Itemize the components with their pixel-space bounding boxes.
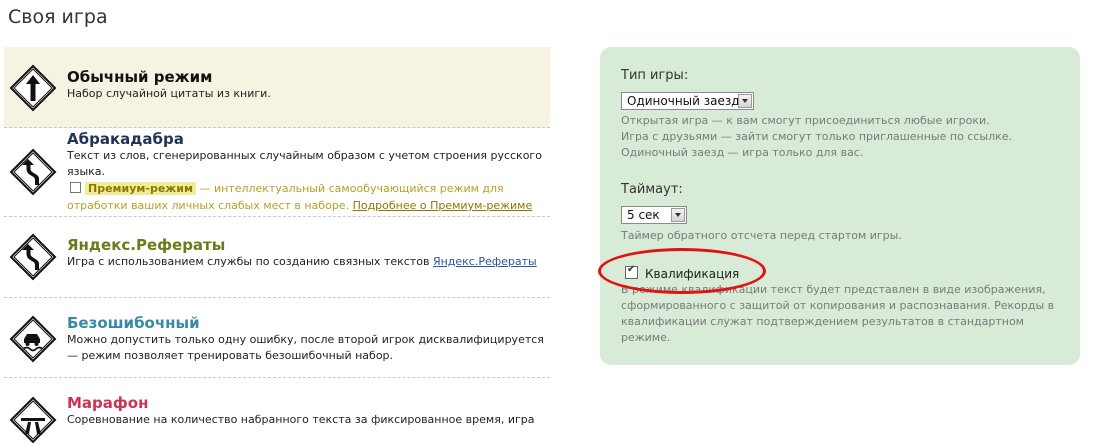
mode-title: Обычный режим xyxy=(67,68,213,86)
qualification-help: В режиме квалификации текст будет предст… xyxy=(621,283,1055,344)
mode-title: Марафон xyxy=(67,394,149,412)
mode-yandex-referats[interactable]: Яндекс.Рефераты Игра с использованием сл… xyxy=(4,217,550,298)
premium-option: Премиум-режим — интеллектуальный самообу… xyxy=(67,180,546,214)
road-sign-slippery-icon xyxy=(9,315,57,363)
chevron-down-icon[interactable] xyxy=(738,94,752,108)
timeout-value: 5 сек xyxy=(627,208,660,222)
qualification-option[interactable]: Квалификация xyxy=(625,264,740,281)
game-settings-panel: Тип игры: Одиночный заезд Открытая игра … xyxy=(600,47,1080,365)
mode-description: Текст из слов, сгенерированных случайным… xyxy=(67,149,542,178)
mode-no-errors[interactable]: Безошибочный Можно допустить только одну… xyxy=(4,298,550,378)
mode-title: Безошибочный xyxy=(67,314,200,332)
road-sign-straight-icon xyxy=(9,64,57,112)
mode-description: Набор случайной цитаты из книги. xyxy=(67,87,271,100)
timeout-help: Таймер обратного отсчета перед стартом и… xyxy=(621,229,902,242)
premium-more-link[interactable]: Подробнее о Премиум-режиме xyxy=(353,199,533,212)
premium-badge: Премиум-режим xyxy=(85,182,196,195)
game-type-value: Одиночный заезд xyxy=(627,94,740,108)
road-sign-curve-icon xyxy=(9,233,57,281)
mode-marathon[interactable]: Марафон Соревнование на количество набра… xyxy=(4,378,550,444)
premium-checkbox[interactable] xyxy=(70,182,81,193)
mode-normal[interactable]: Обычный режим Набор случайной цитаты из … xyxy=(4,47,550,128)
mode-title: Яндекс.Рефераты xyxy=(67,236,226,254)
road-sign-curve-icon xyxy=(9,148,57,196)
game-type-help: Открытая игра — к вам смогут присоединит… xyxy=(621,114,1013,159)
game-type-label: Тип игры: xyxy=(621,68,689,83)
game-type-select[interactable]: Одиночный заезд xyxy=(621,92,754,110)
road-sign-highway-icon xyxy=(9,396,57,444)
mode-description: Можно допустить только одну ошибку, посл… xyxy=(67,333,544,362)
game-mode-list: Обычный режим Набор случайной цитаты из … xyxy=(4,47,550,444)
timeout-label: Таймаут: xyxy=(621,182,683,197)
mode-abrakadabra[interactable]: Абракадабра Текст из слов, сгенерированн… xyxy=(4,128,550,217)
chevron-down-icon[interactable] xyxy=(671,208,685,222)
mode-description: Игра с использованием службы по созданию… xyxy=(67,255,537,268)
qualification-label: Квалификация xyxy=(645,267,740,281)
timeout-select[interactable]: 5 сек xyxy=(621,206,687,224)
yandex-referats-link[interactable]: Яндекс.Рефераты xyxy=(433,255,537,268)
mode-title: Абракадабра xyxy=(67,130,184,148)
mode-description: Соревнование на количество набранного те… xyxy=(67,413,535,426)
qualification-checkbox[interactable] xyxy=(625,264,638,279)
page-title: Своя игра xyxy=(8,6,108,28)
